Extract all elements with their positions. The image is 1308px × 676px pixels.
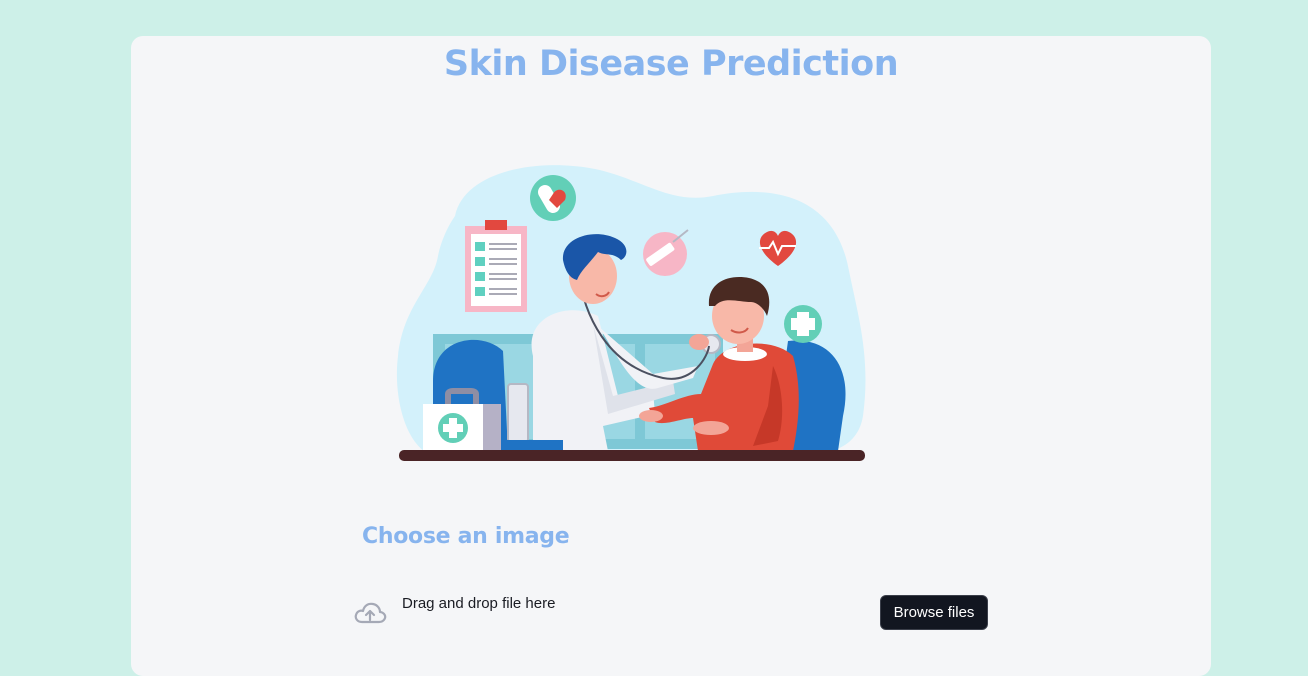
file-dropzone[interactable]: Drag and drop file here Browse files — [351, 586, 991, 646]
dropzone-instructions: Drag and drop file here — [402, 595, 556, 612]
browse-files-button[interactable]: Browse files — [880, 595, 988, 630]
doctor-patient-illustration — [393, 156, 875, 466]
page-title: Skin Disease Prediction — [443, 44, 899, 84]
cloud-upload-icon — [353, 600, 387, 626]
uploader-section-title: Choose an image — [362, 524, 570, 549]
main-card: Skin Disease Prediction Choose an image … — [131, 36, 1211, 676]
